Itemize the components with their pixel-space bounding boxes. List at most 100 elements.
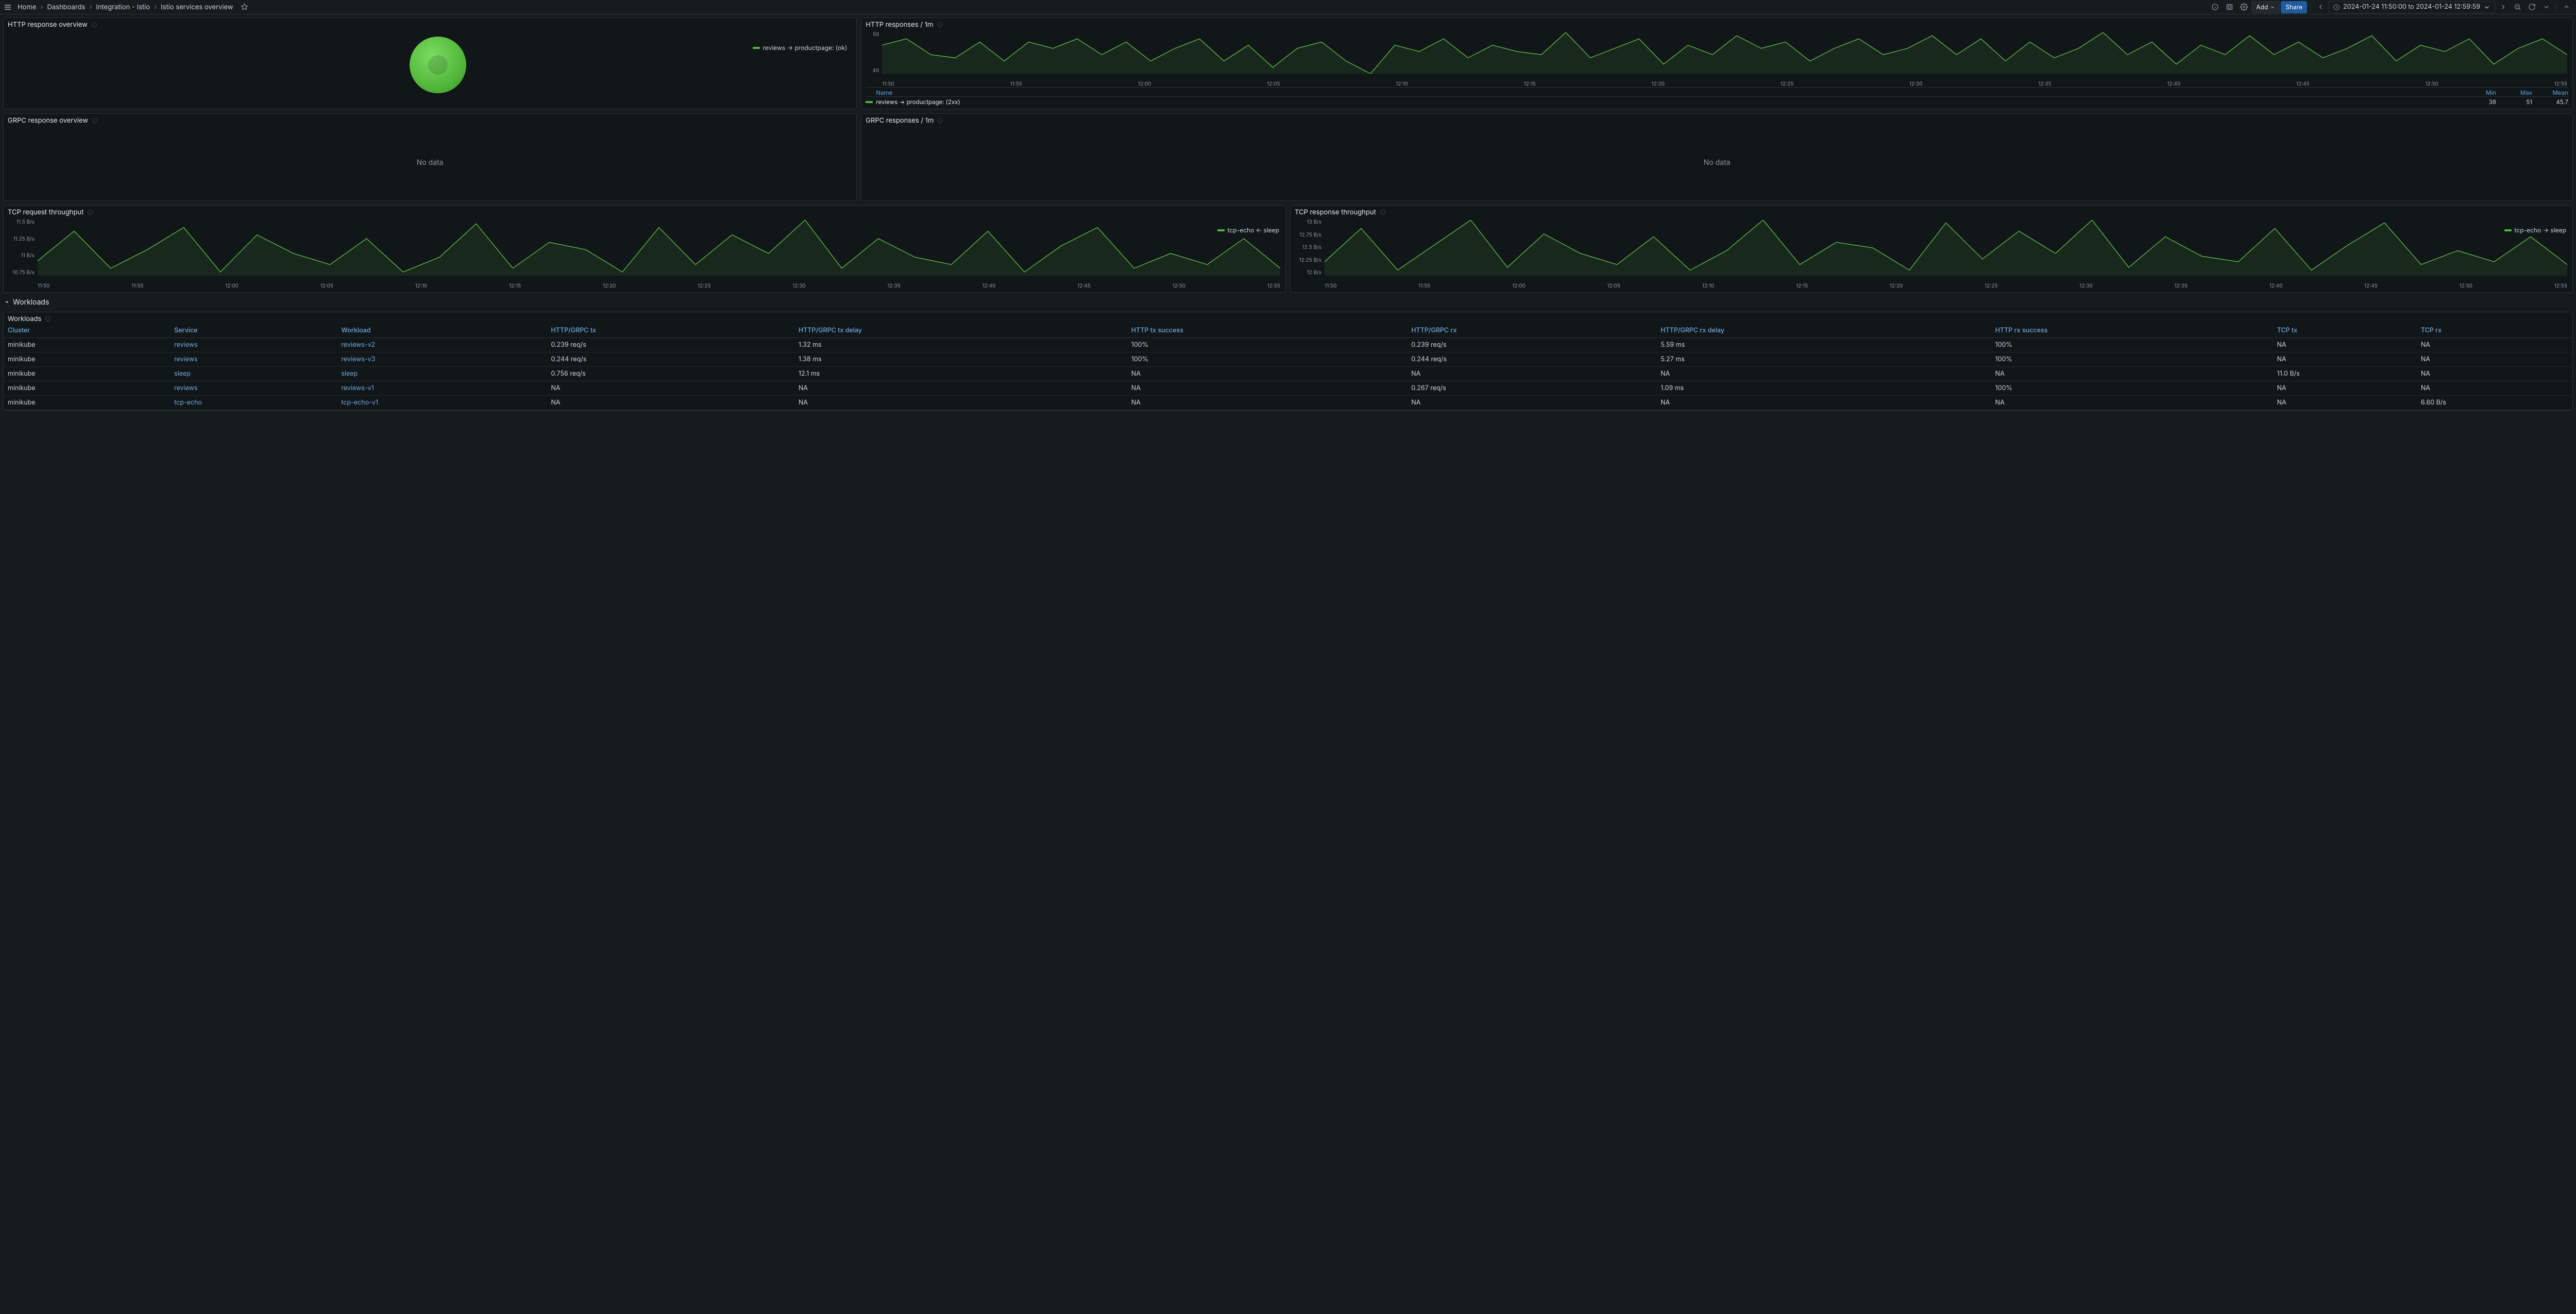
table-cell: minikube <box>4 396 170 410</box>
share-button[interactable]: Share <box>2281 1 2307 13</box>
no-data-label: No data <box>866 127 2568 197</box>
breadcrumb-folder[interactable]: Integration - Istio <box>94 2 152 12</box>
y-tick: 12.25 B/s <box>1295 257 1321 263</box>
line-chart <box>882 32 2567 74</box>
table-cell: 100% <box>1991 352 2273 367</box>
table-cell[interactable]: sleep <box>337 367 547 381</box>
refresh-button[interactable] <box>2525 1 2538 13</box>
menu-toggle-button[interactable] <box>2 2 13 13</box>
y-tick: 11 B/s <box>8 252 35 259</box>
line-chart <box>38 220 1280 276</box>
breadcrumb-dashboards[interactable]: Dashboards <box>45 2 87 12</box>
x-tick: 12:25 <box>1781 81 1793 87</box>
x-tick: 12:50 <box>1173 283 1185 289</box>
table-header-cell[interactable]: Service <box>170 324 337 338</box>
panel-grpc-responses-1m[interactable]: GRPC responses / 1m No data <box>861 113 2573 201</box>
table-cell: NA <box>1127 381 1407 396</box>
snapshot-button[interactable] <box>2223 1 2236 13</box>
table-cell[interactable]: reviews <box>170 381 337 396</box>
top-toolbar: Home › Dashboards › Integration - Istio … <box>0 0 2576 14</box>
y-tick: 12 B/s <box>1295 269 1321 276</box>
chevron-down-icon <box>4 299 10 305</box>
table-cell[interactable]: tcp-echo <box>170 396 337 410</box>
x-tick: 12:20 <box>1890 283 1903 289</box>
panel-workloads-table[interactable]: Workloads ClusterServiceWorkloadHTTP/GRP… <box>3 312 2573 411</box>
table-header-cell[interactable]: HTTP tx success <box>1127 324 1407 338</box>
x-tick: 12:40 <box>2269 283 2283 289</box>
panel-tcp-response-throughput[interactable]: TCP response throughput tcp-echo -> slee… <box>1290 205 2573 293</box>
table-cell: NA <box>547 381 794 396</box>
table-header-cell[interactable]: Workload <box>337 324 547 338</box>
x-tick: 12:05 <box>1607 283 1620 289</box>
panel-grpc-response-overview[interactable]: GRPC response overview No data <box>3 113 857 201</box>
x-tick: 12:00 <box>1138 81 1151 87</box>
table-row: minikubereviewsreviews-v1NANANA0.267 req… <box>4 381 2572 396</box>
x-tick: 11:55 <box>1010 81 1022 87</box>
x-tick: 12:50 <box>2425 81 2438 87</box>
table-header-cell[interactable]: HTTP rx success <box>1991 324 2273 338</box>
info-icon[interactable] <box>937 117 944 124</box>
toolbar-sep <box>2310 3 2311 12</box>
table-cell: NA <box>794 381 1127 396</box>
table-cell: 5.59 ms <box>1656 338 1991 352</box>
time-range-next-button[interactable] <box>2496 1 2510 13</box>
table-header-cell[interactable]: HTTP/GRPC rx delay <box>1656 324 1991 338</box>
table-cell[interactable]: sleep <box>170 367 337 381</box>
y-tick: 50 <box>866 31 879 38</box>
breadcrumb-current: Istio services overview <box>159 2 235 12</box>
time-range-picker[interactable]: 2024-01-24 11:50:00 to 2024-01-24 12:59:… <box>2328 1 2495 13</box>
info-icon[interactable] <box>1379 209 1386 216</box>
table-header-cell[interactable]: HTTP/GRPC tx delay <box>794 324 1127 338</box>
x-tick: 12:15 <box>1796 283 1808 289</box>
table-cell[interactable]: reviews-v1 <box>337 381 547 396</box>
legend-row[interactable]: reviews -> productpage: (2xx) 38 51 45.7 <box>866 96 2568 106</box>
x-tick: 12:10 <box>1396 81 1408 87</box>
x-tick: 12:55 <box>1267 283 1280 289</box>
table-cell: 100% <box>1991 381 2273 396</box>
panel-tcp-request-throughput[interactable]: TCP request throughput tcp-echo <- sleep… <box>3 205 1286 293</box>
table-cell: NA <box>1407 396 1656 410</box>
table-cell: NA <box>1407 367 1656 381</box>
info-icon[interactable] <box>44 315 52 323</box>
info-icon[interactable] <box>91 21 98 28</box>
pie-legend: reviews -> productpage: (ok) <box>753 44 848 52</box>
table-header-cell[interactable]: TCP tx <box>2273 324 2417 338</box>
table-cell: minikube <box>4 367 170 381</box>
favorite-toggle-button[interactable] <box>240 2 250 12</box>
table-header-row: ClusterServiceWorkloadHTTP/GRPC txHTTP/G… <box>4 324 2572 338</box>
time-range-prev-button[interactable] <box>2314 1 2327 13</box>
table-cell[interactable]: reviews <box>170 352 337 367</box>
table-cell: 0.239 req/s <box>1407 338 1656 352</box>
table-header-cell[interactable]: HTTP/GRPC rx <box>1407 324 1656 338</box>
table-cell[interactable]: reviews-v2 <box>337 338 547 352</box>
breadcrumb-home[interactable]: Home <box>15 2 38 12</box>
line-chart <box>1325 220 2567 276</box>
table-cell[interactable]: reviews-v3 <box>337 352 547 367</box>
x-tick: 12:35 <box>2038 81 2051 87</box>
table-cell[interactable]: reviews <box>170 338 337 352</box>
x-tick: 12:25 <box>1985 283 1997 289</box>
add-panel-button[interactable]: Add <box>2251 1 2280 13</box>
zoom-out-button[interactable] <box>2511 1 2524 13</box>
kiosk-mode-button[interactable] <box>2560 1 2573 13</box>
section-toggle-workloads[interactable]: Workloads <box>3 297 2573 308</box>
settings-button[interactable] <box>2237 1 2250 13</box>
table-cell: 6.60 B/s <box>2417 396 2572 410</box>
time-range-label: 2024-01-24 11:50:00 to 2024-01-24 12:59:… <box>2343 3 2480 11</box>
table-cell[interactable]: tcp-echo-v1 <box>337 396 547 410</box>
table-header-cell[interactable]: HTTP/GRPC tx <box>547 324 794 338</box>
table-cell: NA <box>1991 396 2273 410</box>
info-icon[interactable] <box>87 209 94 216</box>
info-icon[interactable] <box>936 21 943 28</box>
panel-http-responses-1m[interactable]: HTTP responses / 1m 50 40 11:5011:5512:0… <box>861 18 2573 109</box>
dashboard-insights-button[interactable] <box>2208 1 2222 13</box>
panel-title: Workloads <box>8 315 41 323</box>
panel-http-response-overview[interactable]: HTTP response overview reviews -> produc… <box>3 18 857 109</box>
legend-col-max: Max <box>2496 89 2532 96</box>
table-cell: NA <box>2273 381 2417 396</box>
y-tick: 12.75 B/s <box>1295 232 1321 238</box>
table-header-cell[interactable]: Cluster <box>4 324 170 338</box>
refresh-interval-button[interactable] <box>2539 1 2553 13</box>
info-icon[interactable] <box>91 117 98 124</box>
table-header-cell[interactable]: TCP rx <box>2417 324 2572 338</box>
